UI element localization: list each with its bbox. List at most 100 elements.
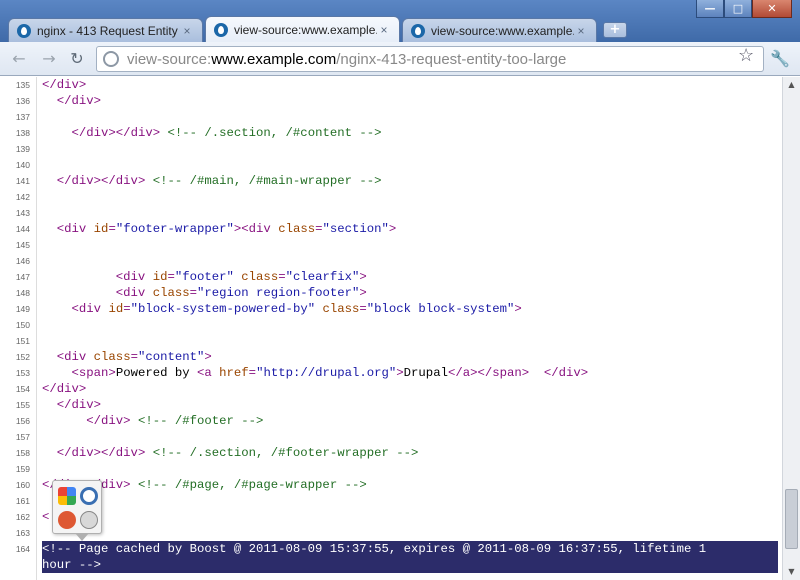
source-line: 148 <div class="region region-footer"> (0, 285, 782, 301)
code-token: id (152, 270, 168, 284)
back-button[interactable]: ← (8, 48, 30, 70)
line-number: 159 (15, 464, 30, 474)
page-icon (103, 51, 119, 67)
boost-cache-comment-wrap: hour --> (42, 558, 102, 572)
code-token: "http://drupal.org" (256, 366, 397, 380)
line-code: <span>Powered by <a href="http://drupal.… (42, 365, 589, 381)
vertical-scrollbar[interactable]: ▲ ▼ (782, 77, 800, 580)
tab-title: view-source:www.example.co (431, 23, 574, 38)
line-number: 139 (15, 144, 30, 154)
duckduckgo-icon[interactable] (58, 511, 76, 529)
source-line-selected: 164 <!-- Page cached by Boost @ 2011-08-0… (0, 541, 782, 573)
source-line: 154 </div> (0, 381, 782, 397)
bookmark-star-button[interactable]: ☆ (738, 45, 754, 65)
source-line: 150 (0, 317, 782, 333)
source-line: 160</div></div> <!-- /#page, /#page-wrap… (0, 477, 782, 493)
code-token: = (123, 302, 131, 316)
source-line: 145 (0, 237, 782, 253)
line-code: </div> <!-- /#footer --> (42, 413, 263, 429)
code-token: </div> (86, 414, 131, 428)
code-token: "block block-system" (366, 302, 515, 316)
code-token: </div> (543, 366, 589, 380)
settings-wrench-button[interactable]: 🔧 (768, 48, 792, 70)
line-number: 158 (15, 448, 30, 458)
code-token: = (189, 286, 197, 300)
line-code: </div> (42, 93, 101, 109)
line-number: 156 (15, 416, 30, 426)
forward-arrow-icon: → (42, 49, 56, 68)
tab-3[interactable]: view-source:www.example.co × (402, 18, 597, 42)
source-line: 159 (0, 461, 782, 477)
wikipedia-icon[interactable] (80, 511, 98, 529)
code-token: <div (56, 222, 94, 236)
line-code: </div> (42, 77, 86, 93)
tab-2[interactable]: view-source:www.example.co × (205, 16, 400, 42)
code-token: <div (115, 270, 153, 284)
line-code: <div class="region region-footer"> (42, 285, 367, 301)
source-view[interactable]: 135 </div> 136 </div> 137 138 </div></div> <… (0, 77, 782, 580)
tab-title: nginx - 413 Request Entity Too (37, 23, 180, 38)
close-window-button[interactable]: ✕ (752, 0, 792, 18)
code-token: <!-- /#main, /#main-wrapper --> (152, 174, 382, 188)
code-token: = (359, 302, 367, 316)
scroll-down-arrow-icon[interactable]: ▼ (783, 564, 800, 580)
tab-close-icon[interactable]: × (377, 23, 391, 37)
scroll-up-arrow-icon[interactable]: ▲ (783, 77, 800, 93)
line-number: 137 (15, 112, 30, 122)
forward-button[interactable]: → (38, 48, 60, 70)
address-bar[interactable]: view-source: www.example.com/nginx-413-re… (96, 46, 764, 72)
line-number: 136 (15, 96, 30, 106)
code-token: class (152, 286, 190, 300)
line-number: 140 (15, 160, 30, 170)
tab-strip: nginx - 413 Request Entity Too×view-sour… (8, 16, 627, 42)
tab-1[interactable]: nginx - 413 Request Entity Too× (8, 18, 203, 42)
line-code: </div></div> <!-- /.section, /#content -… (42, 125, 382, 141)
line-code: < (42, 509, 49, 525)
code-token: <div (56, 350, 94, 364)
code-token: </div> (56, 94, 102, 108)
google-search-icon[interactable] (58, 487, 76, 505)
line-number: 152 (15, 352, 30, 362)
source-line: 163 (0, 525, 782, 541)
code-token: class (241, 270, 279, 284)
tab-close-icon[interactable]: × (574, 24, 588, 38)
source-line: 144 <div id="footer-wrapper"><div class=… (0, 221, 782, 237)
code-token: "footer-wrapper" (115, 222, 234, 236)
wrench-icon: 🔧 (770, 49, 790, 68)
code-token: </div> (42, 382, 87, 396)
line-number: 154 (15, 384, 30, 394)
line-code: <div class="content"> (42, 349, 212, 365)
line-number: 138 (15, 128, 30, 138)
browser-toolbar: ← → ↻ view-source: www.example.com/nginx-… (0, 42, 800, 76)
source-line: 142 (0, 189, 782, 205)
code-token: = (130, 350, 138, 364)
line-code: </div></div> <!-- /.section, /#footer-wr… (42, 445, 419, 461)
code-token: <!-- /.section, /#footer-wrapper --> (152, 446, 419, 460)
line-number: 147 (15, 272, 30, 282)
maximize-button[interactable]: □ (724, 0, 752, 18)
chrome-refresh-icon[interactable] (80, 487, 98, 505)
code-token: = (108, 222, 116, 236)
source-line: 135 </div> (0, 77, 782, 93)
scroll-thumb[interactable] (785, 489, 798, 549)
tab-close-icon[interactable]: × (180, 24, 194, 38)
line-code: </div> (42, 381, 86, 397)
line-code: <div id="block-system-powered-by" class=… (42, 301, 522, 317)
code-token: > (359, 286, 367, 300)
new-tab-button[interactable]: + (603, 22, 627, 38)
code-token: Powered by (115, 366, 197, 380)
line-number: 145 (15, 240, 30, 250)
minimize-button[interactable]: — (696, 0, 724, 18)
code-token: class (322, 302, 360, 316)
reload-button[interactable]: ↻ (66, 48, 88, 70)
source-line: 152 <div class="content"> (0, 349, 782, 365)
line-number: 135 (15, 80, 30, 90)
drupal-favicon-icon (214, 22, 228, 37)
